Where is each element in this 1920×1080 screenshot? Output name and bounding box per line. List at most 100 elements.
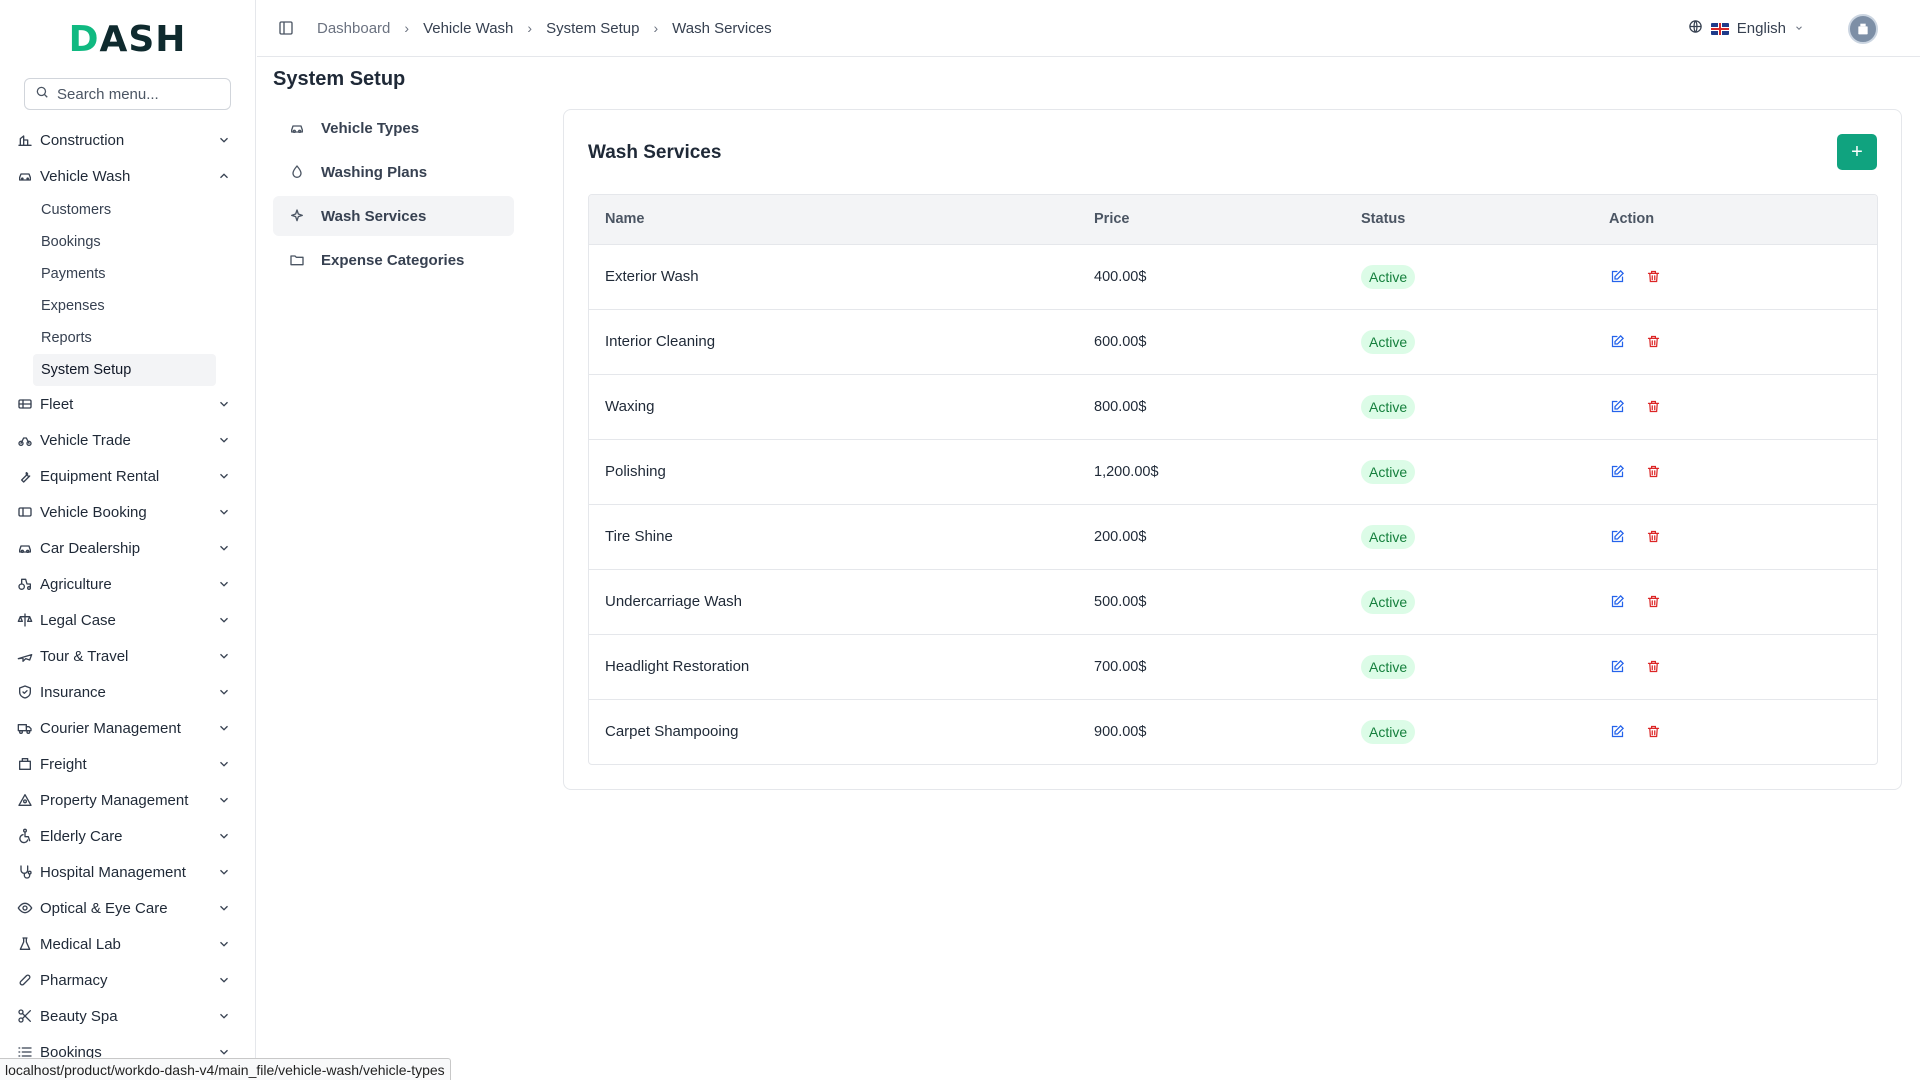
chevron-down-icon[interactable]: [217, 505, 231, 519]
sidebar-item-label: Construction: [40, 131, 125, 149]
chevron-down-icon[interactable]: [217, 937, 231, 951]
submenu-item-reports[interactable]: Reports: [33, 322, 216, 354]
sidebar-item-vehicle-trade[interactable]: Vehicle Trade: [0, 422, 255, 458]
chevron-down-icon[interactable]: [217, 397, 231, 411]
edit-icon[interactable]: [1609, 594, 1625, 610]
action-cell: [1593, 699, 1877, 764]
chevron-up-icon[interactable]: [217, 169, 231, 183]
service-name: Polishing: [605, 463, 666, 480]
chevron-down-icon[interactable]: [217, 901, 231, 915]
sidebar-item-tour-and-travel[interactable]: Tour & Travel: [0, 638, 255, 674]
sidebar-item-label: Property Management: [40, 791, 189, 809]
sidebar-toggle-icon[interactable]: [275, 17, 297, 39]
setup-nav-expense-categories[interactable]: Expense Categories: [273, 240, 514, 280]
status-badge: Active: [1361, 719, 1416, 744]
delete-icon[interactable]: [1645, 529, 1661, 545]
table-row: Carpet Shampooing 900.00$ Active: [589, 699, 1877, 764]
freight-icon: [17, 756, 33, 772]
edit-icon[interactable]: [1609, 334, 1625, 350]
edit-icon[interactable]: [1609, 659, 1625, 675]
edit-icon[interactable]: [1609, 464, 1625, 480]
edit-icon[interactable]: [1609, 529, 1625, 545]
service-name: Tire Shine: [605, 528, 673, 545]
chevron-down-icon[interactable]: [217, 793, 231, 807]
delete-icon[interactable]: [1645, 464, 1661, 480]
breadcrumb-vehicle-wash[interactable]: Vehicle Wash: [423, 20, 513, 37]
delete-icon[interactable]: [1645, 594, 1661, 610]
language-selector[interactable]: English: [1688, 19, 1804, 38]
delete-icon[interactable]: [1645, 659, 1661, 675]
avatar[interactable]: [1848, 13, 1878, 44]
setup-nav-label: Washing Plans: [321, 163, 428, 181]
add-service-button[interactable]: +: [1837, 134, 1877, 170]
sidebar-item-elderly-care[interactable]: Elderly Care: [0, 818, 255, 854]
search-input[interactable]: [57, 85, 227, 103]
chevron-right-icon: ›: [653, 20, 659, 36]
logo[interactable]: DASH: [0, 0, 255, 78]
chevron-down-icon[interactable]: [217, 973, 231, 987]
sidebar-item-equipment-rental[interactable]: Equipment Rental: [0, 458, 255, 494]
sidebar-item-agriculture[interactable]: Agriculture: [0, 566, 255, 602]
chevron-down-icon[interactable]: [217, 133, 231, 147]
chevron-down-icon[interactable]: [217, 577, 231, 591]
chevron-down-icon[interactable]: [217, 865, 231, 879]
sidebar-item-label: Pharmacy: [40, 971, 108, 989]
fleet-icon: [17, 396, 33, 412]
delete-icon[interactable]: [1645, 399, 1661, 415]
status-badge: Active: [1361, 394, 1416, 419]
edit-icon[interactable]: [1609, 399, 1625, 415]
chevron-down-icon[interactable]: [217, 469, 231, 483]
action-cell: [1593, 569, 1877, 634]
action-cell: [1593, 634, 1877, 699]
chevron-down-icon[interactable]: [217, 721, 231, 735]
sidebar-item-car-dealership[interactable]: Car Dealership: [0, 530, 255, 566]
edit-icon[interactable]: [1609, 269, 1625, 285]
sidebar-item-beauty-spa[interactable]: Beauty Spa: [0, 998, 255, 1034]
delete-icon[interactable]: [1645, 334, 1661, 350]
pill-icon: [17, 972, 33, 988]
delete-icon[interactable]: [1645, 269, 1661, 285]
breadcrumb-dashboard[interactable]: Dashboard: [317, 20, 390, 37]
chevron-down-icon[interactable]: [217, 829, 231, 843]
chevron-down-icon[interactable]: [217, 1045, 231, 1059]
chevron-down-icon[interactable]: [217, 613, 231, 627]
sidebar-item-freight[interactable]: Freight: [0, 746, 255, 782]
service-name: Headlight Restoration: [605, 658, 750, 675]
chevron-down-icon[interactable]: [217, 757, 231, 771]
submenu-item-expenses[interactable]: Expenses: [33, 290, 216, 322]
sidebar-item-legal-case[interactable]: Legal Case: [0, 602, 255, 638]
sidebar-item-label: Equipment Rental: [40, 467, 160, 485]
chevron-down-icon[interactable]: [217, 1009, 231, 1023]
edit-icon[interactable]: [1609, 724, 1625, 740]
service-price: 200.00$: [1094, 528, 1147, 545]
table-row: Undercarriage Wash 500.00$ Active: [589, 569, 1877, 634]
sidebar-item-hospital-management[interactable]: Hospital Management: [0, 854, 255, 890]
sidebar-item-fleet[interactable]: Fleet: [0, 386, 255, 422]
chevron-down-icon[interactable]: [217, 433, 231, 447]
setup-nav-wash-services[interactable]: Wash Services: [273, 196, 514, 236]
sidebar-item-property-management[interactable]: Property Management: [0, 782, 255, 818]
submenu-item-customers[interactable]: Customers: [33, 194, 216, 226]
sidebar-item-medical-lab[interactable]: Medical Lab: [0, 926, 255, 962]
chevron-down-icon[interactable]: [217, 541, 231, 555]
sidebar-item-label: Optical & Eye Care: [40, 899, 168, 917]
sidebar-item-insurance[interactable]: Insurance: [0, 674, 255, 710]
sidebar-item-vehicle-booking[interactable]: Vehicle Booking: [0, 494, 255, 530]
setup-nav-washing-plans[interactable]: Washing Plans: [273, 152, 514, 192]
chevron-down-icon[interactable]: [217, 649, 231, 663]
sidebar-item-courier-management[interactable]: Courier Management: [0, 710, 255, 746]
search-box[interactable]: [24, 78, 231, 110]
submenu-item-system-setup[interactable]: System Setup: [33, 354, 216, 386]
delete-icon[interactable]: [1645, 724, 1661, 740]
sidebar-item-construction[interactable]: Construction: [0, 122, 255, 158]
sidebar-item-pharmacy[interactable]: Pharmacy: [0, 962, 255, 998]
breadcrumb-system-setup[interactable]: System Setup: [546, 20, 639, 37]
setup-nav-vehicle-types[interactable]: Vehicle Types: [273, 108, 514, 148]
chevron-down-icon[interactable]: [217, 685, 231, 699]
sidebar-item-label: Legal Case: [40, 611, 116, 629]
service-price: 1,200.00$: [1094, 463, 1159, 480]
submenu-item-bookings[interactable]: Bookings: [33, 226, 216, 258]
sidebar-item-optical-and-eye-care[interactable]: Optical & Eye Care: [0, 890, 255, 926]
sidebar-item-vehicle-wash[interactable]: Vehicle Wash: [0, 158, 255, 194]
submenu-item-payments[interactable]: Payments: [33, 258, 216, 290]
